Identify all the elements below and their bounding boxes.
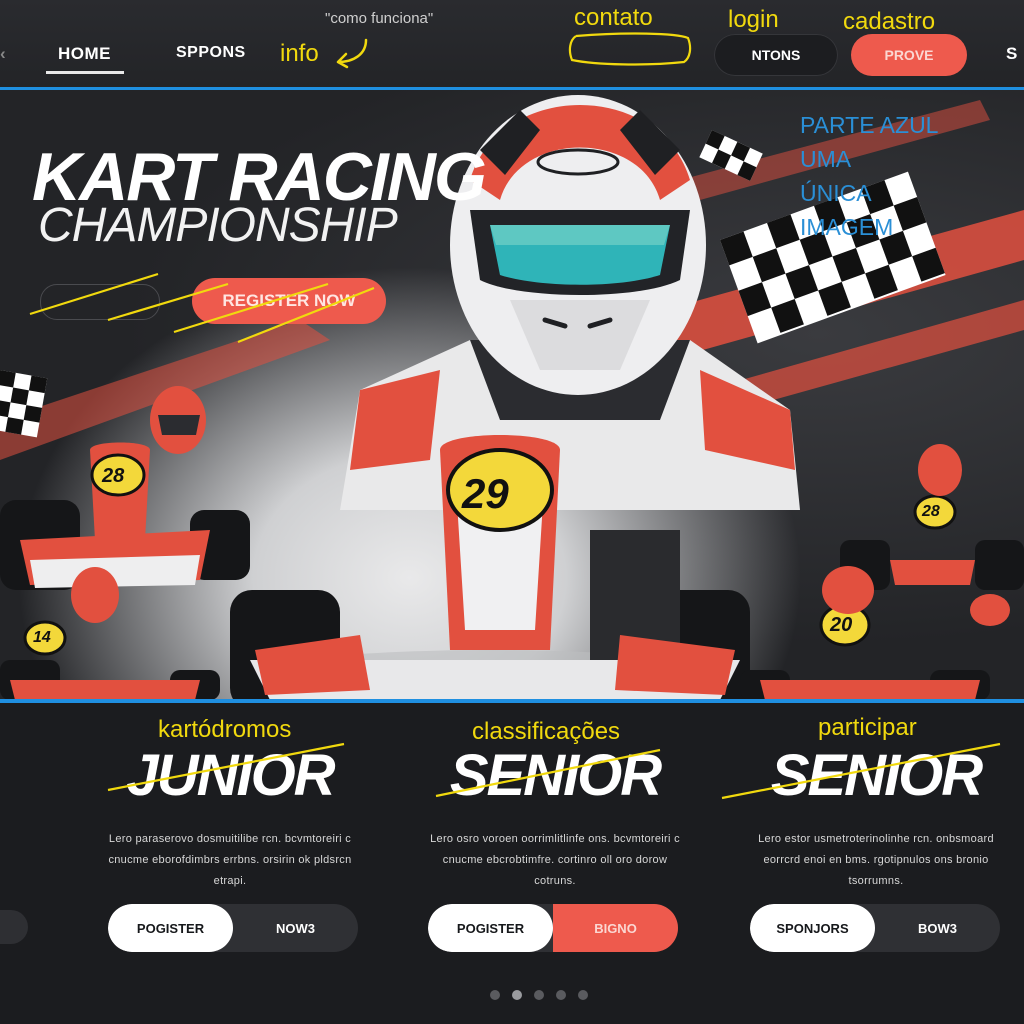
carousel-dot[interactable] <box>578 990 588 1000</box>
nav-prev-cut: ‹ <box>0 44 6 63</box>
kart-number-left: 28 <box>102 465 125 487</box>
carousel-dot-active[interactable] <box>512 990 522 1000</box>
card-sign-button[interactable]: BIGNO <box>553 904 678 952</box>
note-line-2: UMA <box>800 146 852 172</box>
carousel-dot[interactable] <box>490 990 500 1000</box>
card-register-button[interactable]: POGISTER <box>428 904 553 952</box>
nav-home-underline <box>46 71 124 74</box>
note-parte-azul: PARTE AZUL UMA ÚNICA IMAGEM <box>800 108 938 244</box>
annotation-como-funciona: "como funciona" <box>325 10 434 27</box>
nav-sponsors[interactable]: SPPONS <box>176 44 246 62</box>
carousel-dots <box>490 990 588 1000</box>
card-action-group: SPONJORS BOW3 <box>750 904 1000 952</box>
hero-subtitle: CHAMPIONSHIP <box>38 199 398 252</box>
blue-divider-bottom <box>0 699 1024 703</box>
note-line-1: PARTE AZUL <box>800 112 939 138</box>
carousel-dot[interactable] <box>556 990 566 1000</box>
annotation-cadastro: cadastro <box>843 8 936 35</box>
annotation-info: info <box>280 40 319 67</box>
nav-actions-button[interactable]: NTONS <box>714 34 838 76</box>
kart-number-left2: 14 <box>33 629 51 646</box>
annotation-participar: participar <box>818 714 917 741</box>
card-description: Lero estor usmetroterinolinhe rcn. onbsm… <box>758 833 994 887</box>
card-sponsors-button[interactable]: SPONJORS <box>750 904 875 952</box>
annotation-circle-icon <box>568 32 692 66</box>
card-description: Lero paraserovo dosmuitilibe rcn. bcvmto… <box>108 833 352 887</box>
note-line-3: ÚNICA <box>800 180 872 206</box>
card-now-button[interactable]: NOW3 <box>233 904 358 952</box>
card-bow-button[interactable]: BOW3 <box>875 904 1000 952</box>
annotation-contato: contato <box>574 4 653 31</box>
card-action-group: POGISTER BIGNO <box>428 904 678 952</box>
carousel-prev-button[interactable] <box>0 910 28 944</box>
annotation-strike-lines-icon <box>29 272 375 344</box>
kart-number-main: 29 <box>462 470 509 517</box>
nav-prove-button[interactable]: PROVE <box>851 34 967 76</box>
annotation-card-strikes-icon <box>107 742 1001 800</box>
card-action-group: POGISTER NOW3 <box>108 904 358 952</box>
annotation-arrow-icon <box>336 38 368 69</box>
nav-cut-item[interactable]: S <box>1006 44 1017 64</box>
card-description: Lero osro voroen oorrimlitlinfe ons. bcv… <box>430 833 680 887</box>
kart-number-right2: 20 <box>830 614 853 636</box>
card-register-button[interactable]: POGISTER <box>108 904 233 952</box>
carousel-dot[interactable] <box>534 990 544 1000</box>
nav-home[interactable]: HOME <box>58 44 111 64</box>
annotation-login: login <box>728 6 779 33</box>
kart-number-right: 28 <box>922 503 940 520</box>
note-line-4: IMAGEM <box>800 214 894 240</box>
